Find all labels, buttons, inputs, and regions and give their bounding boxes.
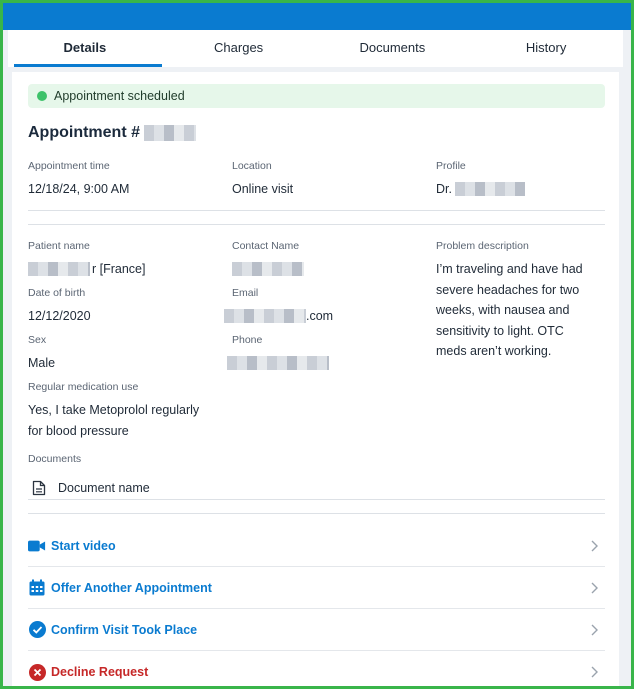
start-video-button[interactable]: Start video bbox=[28, 525, 605, 567]
redacted-phone bbox=[227, 356, 329, 370]
email-label: Email bbox=[232, 287, 259, 299]
document-name: Document name bbox=[58, 481, 150, 495]
divider bbox=[28, 224, 605, 225]
appointment-time-field: Appointment time 12/18/24, 9:00 AM bbox=[28, 160, 129, 200]
page-title: Appointment # bbox=[28, 124, 140, 141]
patient-name-value: r [France] bbox=[92, 262, 146, 276]
appointment-time-label: Appointment time bbox=[28, 160, 110, 172]
email-row: .com bbox=[224, 306, 333, 327]
contact-name-field: Contact Name bbox=[232, 240, 304, 279]
divider bbox=[28, 513, 605, 514]
location-value: Online visit bbox=[232, 182, 294, 196]
phone-row bbox=[227, 353, 329, 373]
profile-value: Dr. bbox=[436, 182, 452, 196]
medication-label: Regular medication use bbox=[28, 381, 139, 393]
location-field: Location Online visit bbox=[232, 160, 293, 200]
contact-name-row bbox=[232, 259, 304, 279]
problem-field: Problem description I’m traveling and ha… bbox=[436, 240, 596, 362]
appointment-time-value: 12/18/24, 9:00 AM bbox=[28, 182, 130, 196]
medication-field: Regular medication use Yes, I take Metop… bbox=[28, 381, 208, 441]
document-icon bbox=[32, 480, 46, 496]
confirm-visit-button[interactable]: Confirm Visit Took Place bbox=[28, 609, 605, 651]
divider bbox=[28, 210, 605, 211]
profile-value-row: Dr. bbox=[436, 179, 525, 200]
top-bar bbox=[3, 3, 631, 30]
dob-value: 12/12/2020 bbox=[28, 309, 91, 323]
dob-field: Date of birth 12/12/2020 bbox=[28, 287, 91, 327]
documents-label: Documents bbox=[28, 453, 82, 465]
dob-label: Date of birth bbox=[28, 287, 86, 299]
app-frame: Details Charges Documents History Appoin… bbox=[3, 3, 631, 686]
patient-name-label: Patient name bbox=[28, 240, 90, 252]
status-dot-icon bbox=[37, 91, 47, 101]
location-label: Location bbox=[232, 160, 272, 172]
tab-charges[interactable]: Charges bbox=[162, 30, 316, 67]
tab-documents[interactable]: Documents bbox=[316, 30, 470, 67]
redacted-contact-name bbox=[232, 262, 304, 276]
appointment-title-row: Appointment # bbox=[28, 124, 196, 142]
check-circle-icon bbox=[28, 621, 46, 639]
profile-label: Profile bbox=[436, 160, 466, 172]
redacted-appointment-id bbox=[144, 125, 196, 141]
divider bbox=[28, 499, 605, 500]
offer-another-appointment-button[interactable]: Offer Another Appointment bbox=[28, 567, 605, 609]
problem-label: Problem description bbox=[436, 240, 529, 252]
sex-value: Male bbox=[28, 356, 56, 370]
sex-label: Sex bbox=[28, 334, 47, 346]
phone-label: Phone bbox=[232, 334, 263, 346]
redacted-email bbox=[224, 309, 306, 324]
confirm-visit-label: Confirm Visit Took Place bbox=[51, 622, 198, 637]
chevron-right-icon bbox=[591, 624, 598, 635]
patient-name-field: Patient name r [France] bbox=[28, 240, 146, 280]
start-video-label: Start video bbox=[51, 538, 116, 553]
chevron-right-icon bbox=[591, 540, 598, 551]
x-circle-icon bbox=[28, 663, 46, 681]
decline-request-label: Decline Request bbox=[51, 665, 149, 679]
redacted-doctor-name bbox=[454, 182, 525, 197]
email-field: Email .com bbox=[224, 287, 333, 327]
redacted-patient-name bbox=[28, 262, 90, 277]
chevron-right-icon bbox=[591, 582, 598, 593]
status-text: Appointment scheduled bbox=[54, 89, 185, 103]
document-item[interactable]: Document name bbox=[28, 476, 605, 500]
contact-name-label: Contact Name bbox=[232, 240, 300, 252]
documents-field: Documents bbox=[28, 453, 81, 465]
medication-value: Yes, I take Metoprolol regularly for blo… bbox=[28, 403, 200, 438]
tab-details[interactable]: Details bbox=[8, 30, 162, 67]
status-banner: Appointment scheduled bbox=[28, 84, 605, 108]
sex-field: Sex Male bbox=[28, 334, 55, 374]
problem-value: I’m traveling and have had severe headac… bbox=[436, 262, 583, 358]
decline-request-button[interactable]: Decline Request bbox=[28, 651, 605, 686]
calendar-icon bbox=[28, 579, 46, 597]
phone-field: Phone bbox=[227, 334, 329, 373]
video-camera-icon bbox=[28, 537, 46, 555]
appointment-card: Appointment scheduled Appointment # Appo… bbox=[12, 72, 619, 686]
offer-another-appointment-label: Offer Another Appointment bbox=[51, 580, 212, 595]
tab-history[interactable]: History bbox=[469, 30, 623, 67]
profile-field: Profile Dr. bbox=[436, 160, 525, 200]
patient-name-row: r [France] bbox=[28, 259, 146, 280]
chevron-right-icon bbox=[591, 666, 598, 678]
email-value: .com bbox=[306, 309, 334, 323]
tab-bar: Details Charges Documents History bbox=[8, 30, 623, 67]
